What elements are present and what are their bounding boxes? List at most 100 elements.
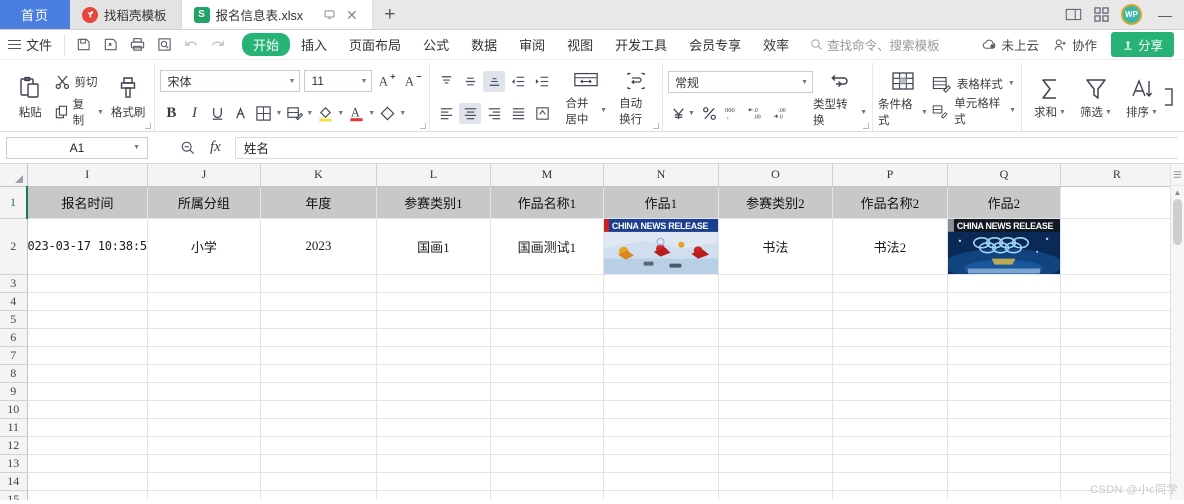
share-button[interactable]: 分享 xyxy=(1110,32,1174,57)
cell-J8[interactable] xyxy=(147,364,261,383)
cell-N11[interactable] xyxy=(603,418,719,437)
row-header-13[interactable]: 13 xyxy=(0,454,28,473)
cell-L12[interactable] xyxy=(376,436,491,455)
print-preview-icon[interactable] xyxy=(152,34,176,56)
cell-O1[interactable]: 参赛类别2 xyxy=(718,186,833,219)
column-header-O[interactable]: O xyxy=(718,164,833,187)
collaborate-button[interactable]: 协作 xyxy=(1053,35,1097,54)
cell-I14[interactable] xyxy=(27,472,148,491)
chevron-down-icon[interactable]: ▼ xyxy=(283,78,296,85)
cell-P10[interactable] xyxy=(832,400,948,419)
cell-I2[interactable]: 023-03-17 10:38:5 xyxy=(27,218,148,275)
cell-R1[interactable] xyxy=(1060,186,1174,219)
strikethrough-button[interactable] xyxy=(229,102,251,124)
cell-Q2[interactable]: CHINA NEWS RELEASE xyxy=(947,218,1061,275)
chevron-down-icon[interactable]: ▼ xyxy=(688,110,695,117)
cell-K12[interactable] xyxy=(260,436,377,455)
chevron-down-icon[interactable]: ▼ xyxy=(860,109,867,116)
filter-button[interactable]: 筛选 ▼ xyxy=(1073,63,1119,131)
cell-I6[interactable] xyxy=(27,328,148,347)
cell-I8[interactable] xyxy=(27,364,148,383)
cell-L13[interactable] xyxy=(376,454,491,473)
cell-I10[interactable] xyxy=(27,400,148,419)
cell-J12[interactable] xyxy=(147,436,261,455)
cell-J3[interactable] xyxy=(147,274,261,293)
align-left-button[interactable] xyxy=(435,103,457,124)
cell-N12[interactable] xyxy=(603,436,719,455)
redo-icon[interactable] xyxy=(206,34,230,56)
ribbon-tab-member[interactable]: 会员专享 xyxy=(678,33,752,56)
chevron-down-icon[interactable]: ▼ xyxy=(399,110,406,117)
cell-K10[interactable] xyxy=(260,400,377,419)
row-header-15[interactable]: 15 xyxy=(0,490,28,500)
cell-I1[interactable]: 报名时间 xyxy=(25,186,148,219)
cell-Q13[interactable] xyxy=(947,454,1061,473)
align-right-button[interactable] xyxy=(483,103,505,124)
cell-N7[interactable] xyxy=(603,346,719,365)
embedded-image-artwork-2[interactable]: CHINA NEWS RELEASE xyxy=(947,218,1060,274)
ribbon-tab-page-layout[interactable]: 页面布局 xyxy=(338,33,412,56)
cell-K6[interactable] xyxy=(260,328,377,347)
copy-button[interactable]: 复制 ▼ xyxy=(52,98,107,127)
cell-R7[interactable] xyxy=(1060,346,1174,365)
chevron-down-icon[interactable]: ▼ xyxy=(368,110,375,117)
cell-M14[interactable] xyxy=(490,472,604,491)
cell-N10[interactable] xyxy=(603,400,719,419)
cell-O5[interactable] xyxy=(718,310,833,329)
cell-K13[interactable] xyxy=(260,454,377,473)
font-family-select[interactable]: 宋体 ▼ xyxy=(160,70,301,92)
merge-center-button[interactable]: 合并居中 ▼ xyxy=(561,68,611,127)
italic-button[interactable]: I xyxy=(183,102,205,124)
embedded-image-artwork-1[interactable]: CHINA NEWS RELEASE xyxy=(603,218,718,274)
cell-N4[interactable] xyxy=(603,292,719,311)
ribbon-tab-insert[interactable]: 插入 xyxy=(290,33,338,56)
cell-Q14[interactable] xyxy=(947,472,1061,491)
minimize-button[interactable]: — xyxy=(1154,7,1172,23)
table-style-button[interactable]: 表格样式 ▼ xyxy=(932,70,1016,97)
cell-R6[interactable] xyxy=(1060,328,1174,347)
cell-P13[interactable] xyxy=(832,454,948,473)
cell-R9[interactable] xyxy=(1060,382,1174,401)
chevron-down-icon[interactable]: ▼ xyxy=(600,107,607,114)
number-format-select[interactable]: 常规 ▼ xyxy=(668,71,813,93)
cell-P7[interactable] xyxy=(832,346,948,365)
cell-N1[interactable]: 作品1 xyxy=(603,186,719,219)
cell-effect-button[interactable] xyxy=(283,102,305,124)
cell-I13[interactable] xyxy=(27,454,148,473)
cell-N6[interactable] xyxy=(603,328,719,347)
cell-P5[interactable] xyxy=(832,310,948,329)
chevron-down-icon[interactable]: ▼ xyxy=(306,110,313,117)
cell-R4[interactable] xyxy=(1060,292,1174,311)
cell-N8[interactable] xyxy=(603,364,719,383)
cell-M8[interactable] xyxy=(490,364,604,383)
cell-M6[interactable] xyxy=(490,328,604,347)
cell-M12[interactable] xyxy=(490,436,604,455)
cell-K14[interactable] xyxy=(260,472,377,491)
scrollbar-thumb[interactable] xyxy=(1173,199,1182,245)
cell-I9[interactable] xyxy=(27,382,148,401)
cell-Q3[interactable] xyxy=(947,274,1061,293)
scrollbar-menu-icon[interactable] xyxy=(1171,164,1184,186)
zoom-out-icon[interactable] xyxy=(180,140,196,156)
cell-M11[interactable] xyxy=(490,418,604,437)
command-search[interactable]: 查找命令、搜索模板 xyxy=(810,35,940,54)
row-header-10[interactable]: 10 xyxy=(0,400,28,419)
cloud-status-button[interactable]: 未上云 xyxy=(982,35,1039,54)
cell-K7[interactable] xyxy=(260,346,377,365)
cell-L3[interactable] xyxy=(376,274,491,293)
percent-format-button[interactable] xyxy=(702,106,717,121)
cell-M13[interactable] xyxy=(490,454,604,473)
cell-R3[interactable] xyxy=(1060,274,1174,293)
cell-L2[interactable]: 国画1 xyxy=(376,218,491,275)
justify-button[interactable] xyxy=(507,103,529,124)
chevron-down-icon[interactable]: ▼ xyxy=(1009,107,1016,114)
cell-L4[interactable] xyxy=(376,292,491,311)
cell-O12[interactable] xyxy=(718,436,833,455)
cell-N13[interactable] xyxy=(603,454,719,473)
sum-button[interactable]: 求和 ▼ xyxy=(1027,63,1073,131)
cell-J6[interactable] xyxy=(147,328,261,347)
tab-restore-icon[interactable] xyxy=(323,8,336,21)
cell-M4[interactable] xyxy=(490,292,604,311)
cell-K3[interactable] xyxy=(260,274,377,293)
app-grid-icon[interactable] xyxy=(1094,7,1109,22)
